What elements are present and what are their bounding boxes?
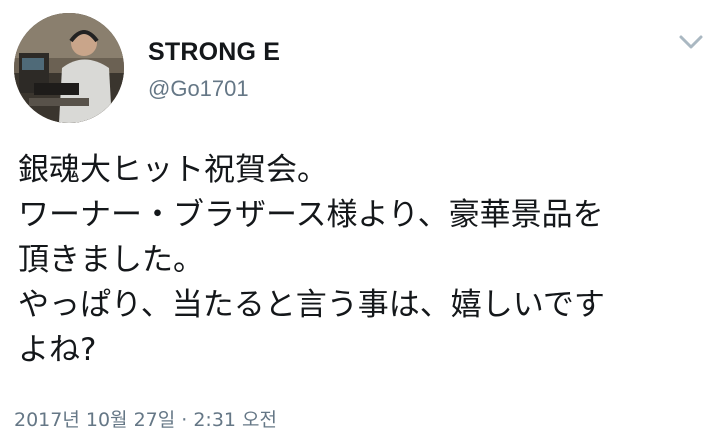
profile-photo [14, 13, 124, 123]
tweet-text-line: ワーナー・ブラザース様より、豪華景品を [18, 197, 604, 233]
tweet-text-line: よね? [18, 332, 97, 368]
tweet-text-line: やっぱり、当たると言う事は、嬉しいです [18, 287, 605, 323]
tweet-text: 銀魂大ヒット祝賀会。 ワーナー・ブラザース様より、豪華景品を 頂きました。 やっ… [18, 148, 708, 373]
tweet-card: STRONG E @Go1701 銀魂大ヒット祝賀会。 ワーナー・ブラザース様よ… [0, 0, 720, 443]
tweet-text-line: 銀魂大ヒット祝賀会。 [18, 152, 328, 188]
tweet-text-line: 頂きました。 [18, 242, 204, 278]
author-handle[interactable]: @Go1701 [148, 76, 249, 102]
tweet-timestamp[interactable]: 2017년 10월 27일 · 2:31 오전 [14, 405, 277, 432]
author-name[interactable]: STRONG E [148, 38, 280, 67]
chevron-down-icon[interactable] [676, 30, 706, 54]
avatar[interactable] [14, 13, 124, 123]
